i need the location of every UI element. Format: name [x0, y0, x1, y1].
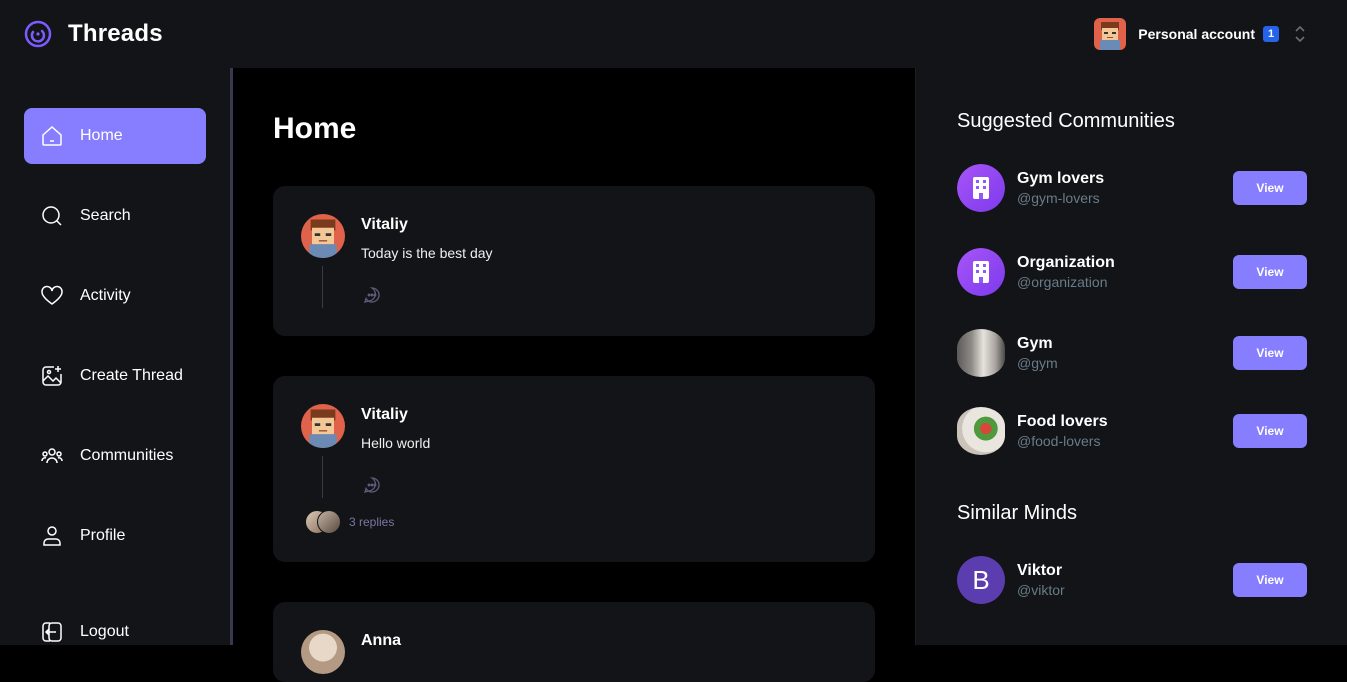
user-handle: @viktor — [1017, 582, 1065, 598]
user-initial: B — [972, 564, 990, 595]
thread-card[interactable]: Vitaliy Hello world 3 replies — [273, 376, 875, 562]
sidebar-item-label: Search — [80, 207, 131, 224]
home-icon — [42, 125, 62, 146]
view-button[interactable]: View — [1233, 171, 1307, 205]
thread-card[interactable]: Anna — [273, 602, 875, 682]
view-button[interactable]: View — [1233, 255, 1307, 289]
reply-icon[interactable] — [363, 286, 381, 304]
thread-line — [322, 266, 323, 308]
sidebar-nav: Home Search Activity Create Thread Commu… — [0, 68, 230, 564]
sidebar-item-search[interactable]: Search — [24, 188, 206, 244]
sidebar-item-communities[interactable]: Communities — [24, 428, 206, 484]
user-name: Viktor — [1017, 562, 1063, 579]
community-handle: @gym — [1017, 355, 1058, 371]
sidebar-item-create-thread[interactable]: Create Thread — [24, 348, 206, 404]
community-handle: @organization — [1017, 274, 1108, 290]
thread-content: Today is the best day — [361, 245, 493, 261]
users-icon — [41, 448, 63, 464]
chevron-up-down-icon — [1295, 25, 1305, 43]
account-name: Personal account — [1138, 26, 1255, 42]
user-item: B Viktor @viktor View — [957, 556, 1307, 604]
reply-avatars — [305, 510, 343, 534]
sidebar-item-profile[interactable]: Profile — [24, 508, 206, 564]
sidebar-item-label: Profile — [80, 527, 126, 544]
community-name: Food lovers — [1017, 413, 1108, 430]
user-avatar: B — [957, 556, 1005, 604]
community-handle: @food-lovers — [1017, 433, 1101, 449]
sidebar-item-home[interactable]: Home — [24, 108, 206, 164]
thread-author[interactable]: Vitaliy — [361, 406, 408, 424]
community-avatar — [957, 407, 1005, 455]
gallery-add-icon — [42, 366, 62, 386]
community-avatar — [957, 164, 1005, 212]
community-item: Food lovers @food-lovers View — [957, 407, 1307, 455]
view-button[interactable]: View — [1233, 414, 1307, 448]
logout-label: Logout — [80, 623, 129, 640]
community-avatar — [957, 248, 1005, 296]
reply-avatar — [317, 510, 341, 534]
logout-icon — [42, 622, 62, 642]
logout-button[interactable]: Logout — [24, 604, 129, 660]
sidebar-item-label: Communities — [80, 447, 174, 464]
thread-content: Hello world — [361, 435, 431, 451]
community-avatar — [957, 329, 1005, 377]
view-button[interactable]: View — [1233, 563, 1307, 597]
heart-icon — [41, 285, 63, 305]
sidebar-item-activity[interactable]: Activity — [24, 268, 206, 324]
view-button[interactable]: View — [1233, 336, 1307, 370]
right-sidebar: Suggested Communities Gym lovers @gym-lo… — [915, 68, 1347, 645]
community-handle: @gym-lovers — [1017, 190, 1100, 206]
threads-logo-icon — [24, 20, 52, 48]
thread-line — [322, 456, 323, 498]
suggested-communities-title: Suggested Communities — [957, 110, 1175, 132]
community-item: Organization @organization View — [957, 248, 1307, 296]
community-name: Gym lovers — [1017, 170, 1105, 187]
thread-author[interactable]: Vitaliy — [361, 216, 408, 234]
brand[interactable]: Threads — [24, 20, 163, 48]
author-avatar[interactable] — [301, 404, 345, 448]
author-avatar[interactable] — [301, 630, 345, 674]
similar-minds-title: Similar Minds — [957, 502, 1078, 524]
community-item: Gym lovers @gym-lovers View — [957, 164, 1307, 212]
sidebar-item-label: Home — [80, 127, 123, 144]
community-item: Gym @gym View — [957, 329, 1307, 377]
account-avatar — [1094, 18, 1127, 50]
sidebar-item-label: Activity — [80, 287, 131, 304]
thread-card[interactable]: Vitaliy Today is the best day — [273, 186, 875, 336]
main-feed: Home Vitaliy Today is the best day Vital… — [233, 68, 915, 682]
replies-count: 3 replies — [349, 515, 395, 529]
sidebar-item-label: Create Thread — [80, 367, 183, 384]
thread-author[interactable]: Anna — [361, 632, 401, 650]
account-count-badge: 1 — [1263, 26, 1279, 42]
left-sidebar: Home Search Activity Create Thread Commu… — [0, 68, 233, 645]
replies-link[interactable]: 3 replies — [305, 510, 394, 534]
community-name: Organization — [1017, 254, 1115, 271]
community-name: Gym — [1017, 335, 1053, 352]
topbar: Threads Personal account 1 — [0, 0, 1347, 68]
account-switcher[interactable]: Personal account 1 — [1094, 18, 1323, 50]
search-icon — [42, 206, 62, 226]
page-title: Home — [273, 112, 357, 145]
user-icon — [43, 526, 61, 546]
author-avatar[interactable] — [301, 214, 345, 258]
reply-icon[interactable] — [363, 476, 381, 494]
app-title: Threads — [68, 20, 163, 47]
